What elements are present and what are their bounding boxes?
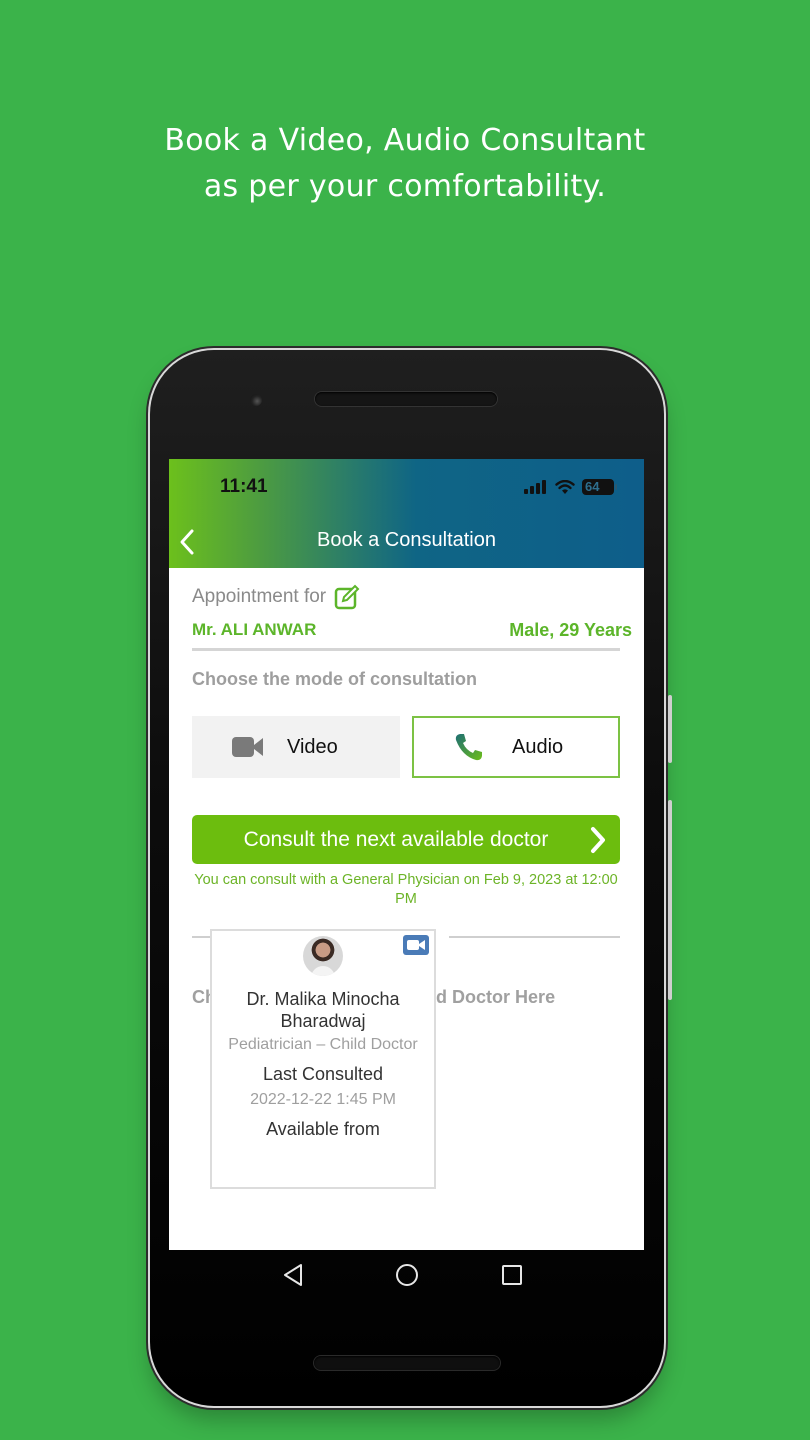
doctor-name: Dr. Malika Minocha Bharadwaj [246,989,400,1031]
video-camera-icon [232,737,263,757]
android-nav-bar [169,1250,644,1300]
promo-line-2: as per your comfortability. [203,169,607,204]
audio-mode-label: Audio [512,735,564,758]
edit-patient-icon[interactable] [334,584,360,610]
doctor-specialty: Pediatrician – Child Doctor [228,1036,418,1053]
battery-icon: 64 [582,479,617,495]
app-screen: 11:41 64 Book a Consultation Appointment… [169,459,644,1250]
front-camera [250,394,262,406]
appointment-for-label: Appointment for [192,582,620,612]
separator-line-right [449,936,620,938]
nav-recents-icon[interactable] [499,1262,525,1288]
audio-mode-button[interactable]: Audio [412,716,620,778]
wifi-icon [555,479,575,494]
video-mode-label: Video [287,735,338,758]
mode-label: Choose the mode of consultation [192,669,478,689]
consult-availability-note: You can consult with a General Physician… [194,872,618,907]
promo-line-1: Book a Video, Audio Consultant [164,123,646,158]
available-from-label: Available from [266,1119,380,1139]
video-consult-badge-icon [403,935,429,955]
signal-icon [524,480,546,494]
last-consulted-date: 2022-12-22 1:45 PM [250,1091,396,1108]
patient-divider [192,648,620,651]
nav-home-icon[interactable] [394,1262,420,1288]
patient-details: Male, 29 Years [509,619,632,640]
consult-button-label: Consult the next available doctor [243,827,549,851]
earpiece-speaker [315,392,497,406]
video-mode-button[interactable]: Video [192,716,400,778]
consult-next-doctor-button[interactable]: Consult the next available doctor [192,815,620,864]
mode-selector: Video Audio [192,716,620,778]
bottom-speaker [314,1356,500,1370]
app-header: 11:41 64 Book a Consultation [169,459,644,568]
appointment-for-text: Appointment for [192,586,327,607]
chevron-right-icon [591,827,605,853]
status-time: 11:41 [220,476,268,497]
doctor-avatar [303,936,343,976]
patient-name: Mr. ALI ANWAR [192,620,317,639]
phone-mockup: 11:41 64 Book a Consultation Appointment… [150,350,672,1406]
nav-back-icon[interactable] [281,1262,307,1288]
doctor-card[interactable]: Dr. Malika Minocha Bharadwaj Pediatricia… [210,929,436,1189]
phone-icon [455,734,482,761]
status-icons: 64 [524,479,617,495]
last-consulted-label: Last Consulted [262,1064,384,1084]
patient-row: Mr. ALI ANWAR Male, 29 Years [192,618,632,642]
page-title: Book a Consultation [316,529,496,551]
power-button [668,695,672,763]
volume-button [668,800,672,1000]
promo-headline: Book a Video, Audio Consultant as per yo… [0,118,810,210]
